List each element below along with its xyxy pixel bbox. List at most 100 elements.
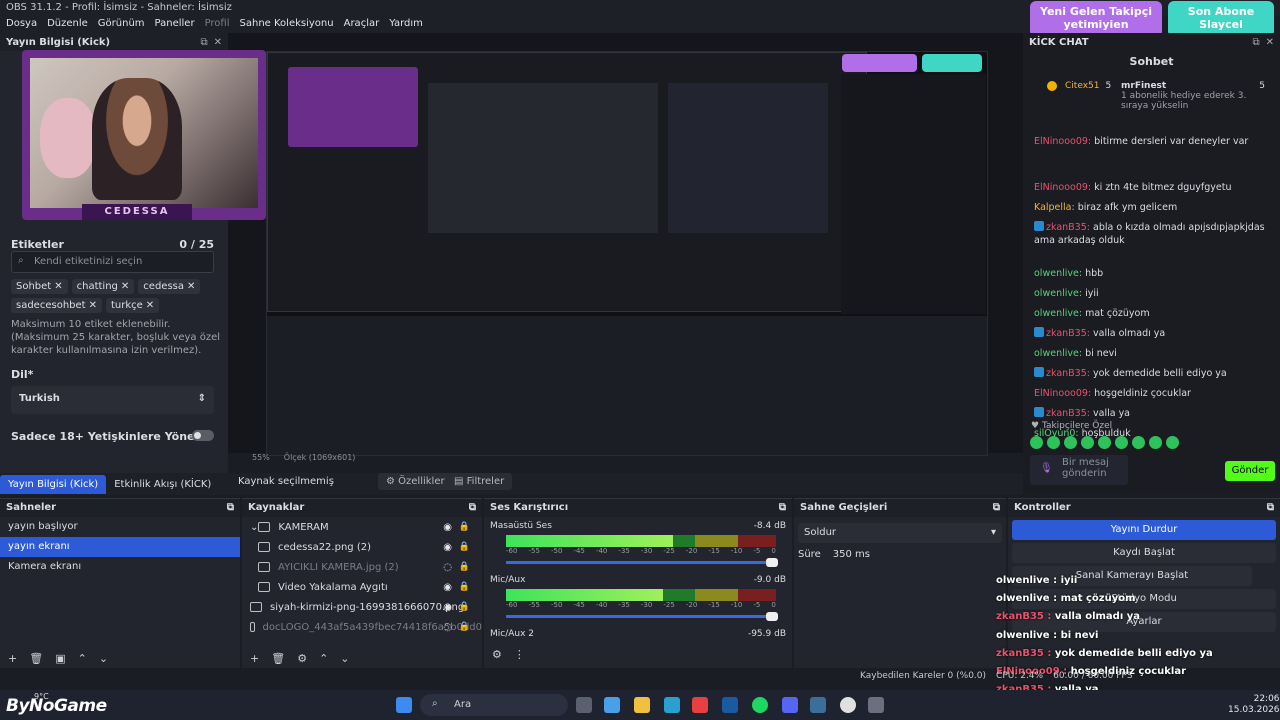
scene-item[interactable]: yayın başlıyor <box>0 517 240 537</box>
system-clock[interactable]: 22:06 15.03.2026 <box>1228 694 1280 716</box>
float-icon[interactable]: ⧉ <box>1252 37 1259 48</box>
menu-help[interactable]: Yardım <box>389 18 423 31</box>
down-icon[interactable]: ⌄ <box>340 652 349 666</box>
send-button[interactable]: Gönder <box>1225 461 1275 481</box>
volume-slider[interactable] <box>506 558 778 567</box>
source-row[interactable]: ⌄ KAMERAM ◉ 🔒 <box>242 517 482 537</box>
chat-username[interactable]: olwenlive: <box>1034 268 1085 279</box>
emote-icon[interactable] <box>1115 436 1128 449</box>
scene-item[interactable]: Kamera ekranı <box>0 557 240 577</box>
menu-file[interactable]: Dosya <box>6 18 37 31</box>
tag-chip[interactable]: Sohbet ✕ <box>11 279 68 294</box>
chat-username[interactable]: olwenlive: <box>1034 288 1085 299</box>
menu-view[interactable]: Görünüm <box>98 18 145 31</box>
tag-chip[interactable]: turkçe ✕ <box>105 298 160 313</box>
emote-icon[interactable] <box>1064 436 1077 449</box>
close-icon[interactable]: ✕ <box>1266 37 1274 48</box>
source-row[interactable]: siyah-kirmizi-png-1699381666070.png ◉ 🔒 <box>242 597 482 617</box>
float-icon[interactable]: ⧉ <box>469 502 476 514</box>
add-icon[interactable]: + <box>8 652 17 666</box>
gear-icon[interactable]: ⚙ <box>492 648 502 662</box>
chat-username[interactable]: ElNinooo09: <box>1034 388 1094 399</box>
emote-icon[interactable] <box>1098 436 1111 449</box>
float-icon[interactable]: ⧉ <box>1267 502 1274 514</box>
more-icon[interactable]: ⋮ <box>514 648 525 662</box>
gear-icon[interactable]: ⚙ <box>297 652 307 666</box>
copilot-icon[interactable] <box>604 697 620 713</box>
source-row[interactable]: docLOGO_443af5a439fbec74418f6a5b0dd0 ◌ 🔒 <box>242 617 482 637</box>
stop-stream-button[interactable]: Yayını Durdur <box>1012 520 1276 540</box>
source-row[interactable]: Video Yakalama Aygıtı ◉ 🔒 <box>242 577 482 597</box>
start-record-button[interactable]: Kaydı Başlat <box>1012 543 1276 563</box>
tab-activity[interactable]: Etkinlik Akışı (KİCK) <box>106 475 219 494</box>
emote-icon[interactable] <box>1081 436 1094 449</box>
language-select[interactable]: Turkish ⇕ <box>11 386 214 414</box>
menu-profile[interactable]: Profil <box>205 18 230 31</box>
tab-stream-info[interactable]: Yayın Bilgisi (Kick) <box>0 474 107 494</box>
menu-scene-collection[interactable]: Sahne Koleksiyonu <box>240 18 334 31</box>
chat-username[interactable]: zkanB35: <box>1046 222 1093 233</box>
source-row[interactable]: cedessa22.png (2) ◉ 🔒 <box>242 537 482 557</box>
close-icon[interactable]: ✕ <box>214 37 222 48</box>
zoom-level[interactable]: 55% <box>252 453 270 465</box>
up-icon[interactable]: ⌃ <box>78 652 87 666</box>
edge-icon[interactable] <box>664 697 680 713</box>
taskbar-search[interactable]: ⌕ Ara <box>420 694 568 716</box>
add-icon[interactable]: + <box>250 652 259 666</box>
scenes-dock: Sahneler ⧉ yayın başlıyor yayın ekranı Ka… <box>0 498 240 668</box>
chat-username[interactable]: zkanB35: <box>1046 368 1093 379</box>
teddy-bear <box>40 98 96 178</box>
chat-username[interactable]: Kalpella: <box>1034 202 1078 213</box>
chat-username[interactable]: zkanB35: <box>1046 408 1093 419</box>
float-icon[interactable]: ⧉ <box>993 502 1000 514</box>
chat-username[interactable]: ElNinooo09: <box>1034 136 1094 147</box>
emote-icon[interactable] <box>1149 436 1162 449</box>
trash-icon[interactable]: 🗑 <box>29 652 43 666</box>
tag-chip[interactable]: sadecesohbet ✕ <box>11 298 102 313</box>
filters-button[interactable]: ▤ Filtreler <box>446 473 513 490</box>
chat-input[interactable]: 🎙 Bir mesaj gönderin <box>1030 455 1128 485</box>
preview-area[interactable] <box>228 33 1023 456</box>
obs-icon[interactable] <box>840 697 856 713</box>
emote-icon[interactable] <box>1030 436 1043 449</box>
filter-icon[interactable]: ▣ <box>55 652 65 666</box>
tags-input[interactable]: ⌕ Kendi etiketinizi seçin <box>11 251 214 273</box>
folder-icon[interactable] <box>634 697 650 713</box>
spotify-icon[interactable] <box>752 697 768 713</box>
opera-icon[interactable] <box>692 697 708 713</box>
chat-username[interactable]: olwenlive: <box>1034 308 1085 319</box>
duration-input[interactable]: 350 ms <box>833 549 870 560</box>
chat-username[interactable]: zkanB35: <box>1046 328 1093 339</box>
weather-temp[interactable]: 9°C <box>34 692 49 701</box>
menu-edit[interactable]: Düzenle <box>47 18 88 31</box>
trash-icon[interactable]: 🗑 <box>271 652 285 666</box>
steam-icon[interactable] <box>722 697 738 713</box>
properties-button[interactable]: ⚙ Özellikler <box>378 473 453 490</box>
settings-app-icon[interactable] <box>868 697 884 713</box>
float-icon[interactable]: ⧉ <box>200 37 207 48</box>
emote-icon[interactable] <box>1132 436 1145 449</box>
channel-db: -8.4 dB <box>753 521 786 531</box>
volume-slider[interactable] <box>506 612 778 621</box>
menu-tools[interactable]: Araçlar <box>344 18 380 31</box>
down-icon[interactable]: ⌄ <box>99 652 108 666</box>
transition-select[interactable]: Soldur ▾ <box>798 523 1002 543</box>
adult-toggle[interactable] <box>192 430 214 441</box>
tag-chip[interactable]: cedessa ✕ <box>138 279 201 294</box>
chat-username[interactable]: olwenlive: <box>1034 348 1085 359</box>
tag-chip[interactable]: chatting ✕ <box>71 279 135 294</box>
nested-obs-screenshot <box>267 52 868 423</box>
source-row[interactable]: AYICIKLI KAMERA.jpg (2) ◌ 🔒 <box>242 557 482 577</box>
up-icon[interactable]: ⌃ <box>319 652 328 666</box>
emote-icon[interactable] <box>1047 436 1060 449</box>
float-icon[interactable]: ⧉ <box>227 502 234 514</box>
float-icon[interactable]: ⧉ <box>779 502 786 514</box>
windows-start-icon[interactable] <box>396 697 412 713</box>
chat-username[interactable]: ElNinooo09: <box>1034 182 1094 193</box>
scene-item[interactable]: yayın ekranı <box>0 537 240 557</box>
task-view-icon[interactable] <box>576 697 592 713</box>
menu-docks[interactable]: Paneller <box>155 18 195 31</box>
app-icon[interactable] <box>810 697 826 713</box>
emote-icon[interactable] <box>1166 436 1179 449</box>
discord-icon[interactable] <box>782 697 798 713</box>
